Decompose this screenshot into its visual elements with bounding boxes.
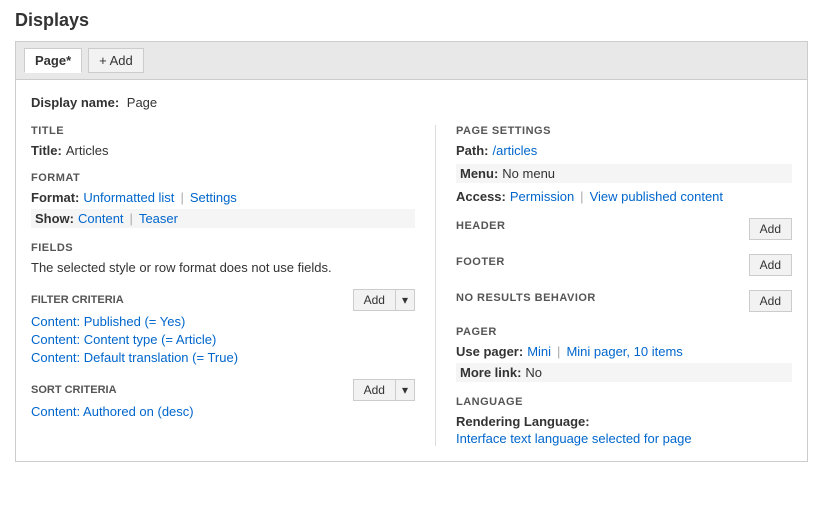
title-value: Articles (66, 143, 109, 158)
format-separator: | (180, 190, 183, 205)
use-pager-mini-link[interactable]: Mini (527, 344, 551, 359)
sort-item-0[interactable]: Content: Authored on (desc) (31, 404, 415, 419)
use-pager-label: Use pager: (456, 344, 523, 359)
left-column: TITLE Title: Articles FORMAT Format: Unf… (31, 125, 436, 446)
header-section-row: HEADER Add (456, 218, 792, 240)
use-pager-10-items-link[interactable]: Mini pager, 10 items (566, 344, 682, 359)
menu-value: No menu (502, 166, 555, 181)
more-link-value: No (525, 365, 542, 380)
format-section-heading: FORMAT (31, 172, 415, 184)
path-label: Path: (456, 143, 489, 158)
view-published-content-link[interactable]: View published content (590, 189, 723, 204)
page-title: Displays (15, 10, 808, 31)
display-name-label: Display name: (31, 95, 119, 110)
show-teaser-link[interactable]: Teaser (139, 211, 178, 226)
format-field-row: Format: Unformatted list | Settings (31, 190, 415, 205)
more-link-row: More link: No (456, 363, 792, 382)
menu-label: Menu: (460, 166, 498, 181)
path-row: Path: /articles (456, 143, 792, 158)
title-field-row: Title: Articles (31, 143, 415, 158)
filter-item-1[interactable]: Content: Content type (= Article) (31, 332, 415, 347)
two-column-layout: TITLE Title: Articles FORMAT Format: Unf… (31, 125, 792, 446)
sort-add-group: Add ▾ (353, 379, 415, 401)
more-link-label: More link: (460, 365, 521, 380)
title-section-heading: TITLE (31, 125, 415, 137)
access-permission-link[interactable]: Permission (510, 189, 574, 204)
footer-heading: FOOTER (456, 256, 505, 268)
settings-link[interactable]: Settings (190, 190, 237, 205)
rendering-language-label: Rendering Language: (456, 414, 792, 429)
access-row: Access: Permission | View published cont… (456, 189, 792, 204)
show-separator: | (130, 211, 133, 226)
header-add-button[interactable]: Add (749, 218, 792, 240)
use-pager-row: Use pager: Mini | Mini pager, 10 items (456, 344, 792, 359)
add-display-button[interactable]: + Add (88, 48, 144, 73)
filter-criteria-header: FILTER CRITERIA Add ▾ (31, 289, 415, 311)
filter-item-2[interactable]: Content: Default translation (= True) (31, 350, 415, 365)
rendering-language-value[interactable]: Interface text language selected for pag… (456, 431, 692, 446)
sort-add-button[interactable]: Add (353, 379, 396, 401)
sort-criteria-heading: SORT CRITERIA (31, 384, 117, 396)
filter-add-button[interactable]: Add (353, 289, 396, 311)
pager-heading: PAGER (456, 326, 792, 338)
sort-criteria-header: SORT CRITERIA Add ▾ (31, 379, 415, 401)
no-results-add-button[interactable]: Add (749, 290, 792, 312)
no-results-section-row: NO RESULTS BEHAVIOR Add (456, 290, 792, 312)
header-heading: HEADER (456, 220, 505, 232)
format-link[interactable]: Unformatted list (83, 190, 174, 205)
access-separator: | (580, 189, 583, 204)
display-name-value: Page (127, 95, 157, 110)
tabs-bar: Page* + Add (15, 41, 808, 79)
show-label: Show: (35, 211, 74, 226)
footer-section-row: FOOTER Add (456, 254, 792, 276)
tab-page[interactable]: Page* (24, 48, 82, 73)
language-heading: LANGUAGE (456, 396, 792, 408)
right-column: PAGE SETTINGS Path: /articles Menu: No m… (436, 125, 792, 446)
display-name-row: Display name: Page (31, 95, 792, 110)
filter-add-group: Add ▾ (353, 289, 415, 311)
fields-note: The selected style or row format does no… (31, 260, 415, 275)
no-results-heading: NO RESULTS BEHAVIOR (456, 292, 596, 304)
filter-criteria-heading: FILTER CRITERIA (31, 294, 124, 306)
sort-add-dropdown-button[interactable]: ▾ (396, 379, 415, 401)
display-content-box: Display name: Page TITLE Title: Articles… (15, 79, 808, 462)
filter-add-dropdown-button[interactable]: ▾ (396, 289, 415, 311)
access-label: Access: (456, 189, 506, 204)
show-content-link[interactable]: Content (78, 211, 124, 226)
path-value[interactable]: /articles (493, 143, 538, 158)
pager-separator: | (557, 344, 560, 359)
show-field-row: Show: Content | Teaser (31, 209, 415, 228)
menu-row: Menu: No menu (456, 164, 792, 183)
footer-add-button[interactable]: Add (749, 254, 792, 276)
title-label: Title: (31, 143, 62, 158)
fields-section-heading: FIELDS (31, 242, 415, 254)
filter-item-0[interactable]: Content: Published (= Yes) (31, 314, 415, 329)
format-label: Format: (31, 190, 79, 205)
page-settings-heading: PAGE SETTINGS (456, 125, 792, 137)
